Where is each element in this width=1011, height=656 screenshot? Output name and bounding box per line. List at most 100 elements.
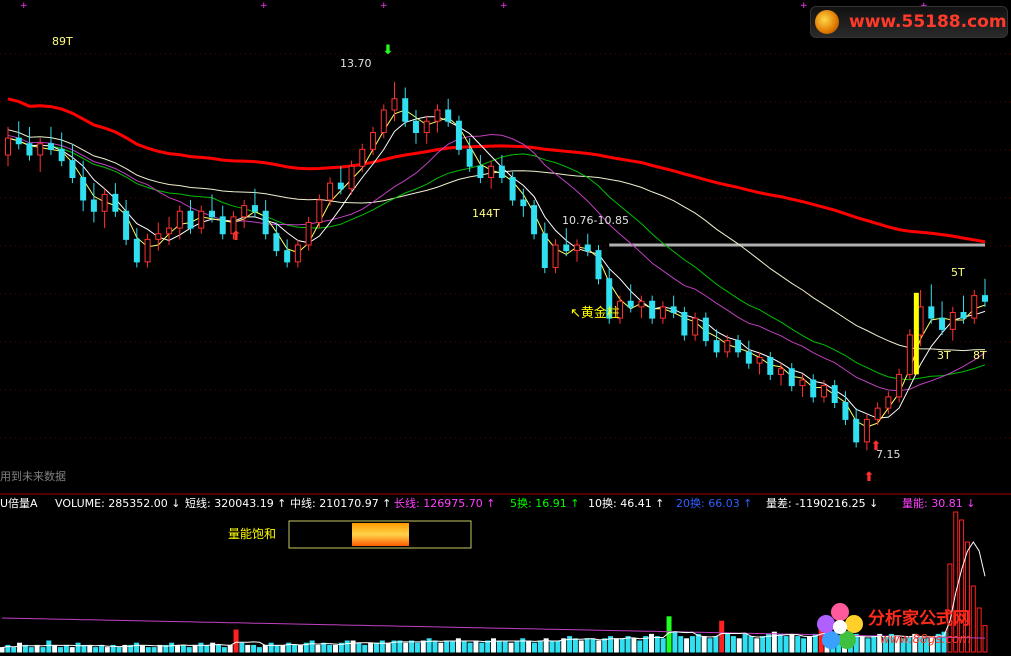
volume-bar [52, 644, 58, 653]
volume-bar [409, 640, 415, 653]
volume-bar [572, 638, 578, 653]
top-tick-mark: + [500, 1, 508, 11]
candle [574, 239, 581, 262]
volume-bar [186, 647, 192, 653]
volume-bar [590, 638, 596, 653]
volume-bar [215, 644, 221, 653]
volume-bar [139, 644, 145, 653]
volume-bar [227, 644, 233, 653]
volume-bar [444, 640, 450, 653]
volume-bar [801, 638, 807, 653]
candle [735, 335, 742, 358]
low-price-label: 7.15 [876, 448, 901, 461]
volume-bar [730, 636, 736, 653]
volume-bar [678, 636, 684, 653]
volume-bar [766, 633, 772, 653]
volume-bar [426, 638, 432, 653]
candle [337, 166, 344, 195]
candle [26, 126, 33, 161]
candle [166, 216, 173, 245]
watermark-55188: www.55188.com [810, 6, 1008, 38]
candle [831, 380, 838, 409]
volume-bar [637, 640, 643, 653]
volume-bar [63, 644, 69, 653]
volume-bar [245, 644, 251, 653]
candle [15, 121, 22, 150]
volume-bar [256, 647, 262, 653]
candle [47, 126, 54, 155]
candle [112, 183, 119, 217]
volume-bar [192, 644, 198, 653]
candle [788, 363, 795, 392]
volume-bar [631, 638, 637, 653]
volume-bar [485, 640, 491, 653]
volume-bar [11, 647, 17, 653]
volume-bar [596, 640, 602, 653]
volume-bar [783, 636, 789, 653]
candle [724, 335, 731, 358]
candle [284, 239, 291, 268]
volume-bar [654, 636, 660, 653]
candle [488, 160, 495, 189]
saturation-fill [352, 523, 409, 546]
volume-bar [508, 642, 514, 653]
volume-bar [578, 640, 584, 653]
range-line-label: 10.76-10.85 [562, 214, 629, 227]
sell-arrow-icon: ⬇ [383, 43, 394, 58]
volume-bar [0, 647, 5, 653]
volume-bar [280, 644, 286, 653]
volume-bar [333, 644, 339, 653]
volume-bar [169, 642, 175, 653]
volume-bar [789, 633, 795, 653]
ma-label-5t: 5T [951, 266, 965, 279]
candle [584, 233, 591, 257]
volume-bar [356, 642, 362, 653]
volume-bar [397, 640, 403, 653]
volume-bar [742, 633, 748, 653]
candle [58, 132, 65, 167]
volume-bar [373, 642, 379, 653]
candle [552, 239, 559, 274]
volume-bar [251, 644, 257, 653]
volume-bar [69, 647, 75, 653]
volume-bar [701, 636, 707, 653]
volume-bar [502, 640, 508, 653]
volume-bar [233, 629, 239, 653]
volume-bar [537, 640, 543, 653]
volume-bar [450, 640, 456, 653]
moving-average-line [7, 129, 986, 352]
volume-bar [625, 636, 631, 653]
volume-bar [75, 642, 81, 653]
candle [541, 222, 548, 274]
volume-bar [514, 640, 520, 653]
volume-bar [34, 644, 40, 653]
volume-bar [748, 636, 754, 653]
volume-bar [438, 642, 444, 653]
volume-bar [221, 647, 227, 653]
volume-bar [204, 644, 210, 653]
volume-bar [327, 644, 333, 653]
candle [273, 222, 280, 257]
volume-bar [432, 640, 438, 653]
volume-bar [725, 633, 731, 653]
flower-logo-icon [817, 603, 863, 649]
volume-bar [760, 636, 766, 653]
candle [423, 115, 430, 144]
volume-bar [28, 647, 34, 653]
moving-average-line [7, 97, 986, 244]
volume-bar [292, 644, 298, 653]
volume-bar [420, 640, 426, 653]
stat-4: 5换: 16.91 ↑ [510, 496, 579, 510]
moving-average-line [7, 109, 986, 428]
volume-bar [198, 642, 204, 653]
candle [702, 312, 709, 347]
volume-bar [98, 644, 104, 653]
watermark-title: 分析家公式网 [868, 609, 970, 629]
candle [928, 284, 935, 324]
stat-2: 中线: 210170.97 ↑ [290, 496, 391, 510]
volume-bar [40, 647, 46, 653]
candle [756, 351, 763, 375]
volume-bar [713, 636, 719, 653]
volume-bar [531, 642, 537, 653]
candle [810, 374, 817, 403]
